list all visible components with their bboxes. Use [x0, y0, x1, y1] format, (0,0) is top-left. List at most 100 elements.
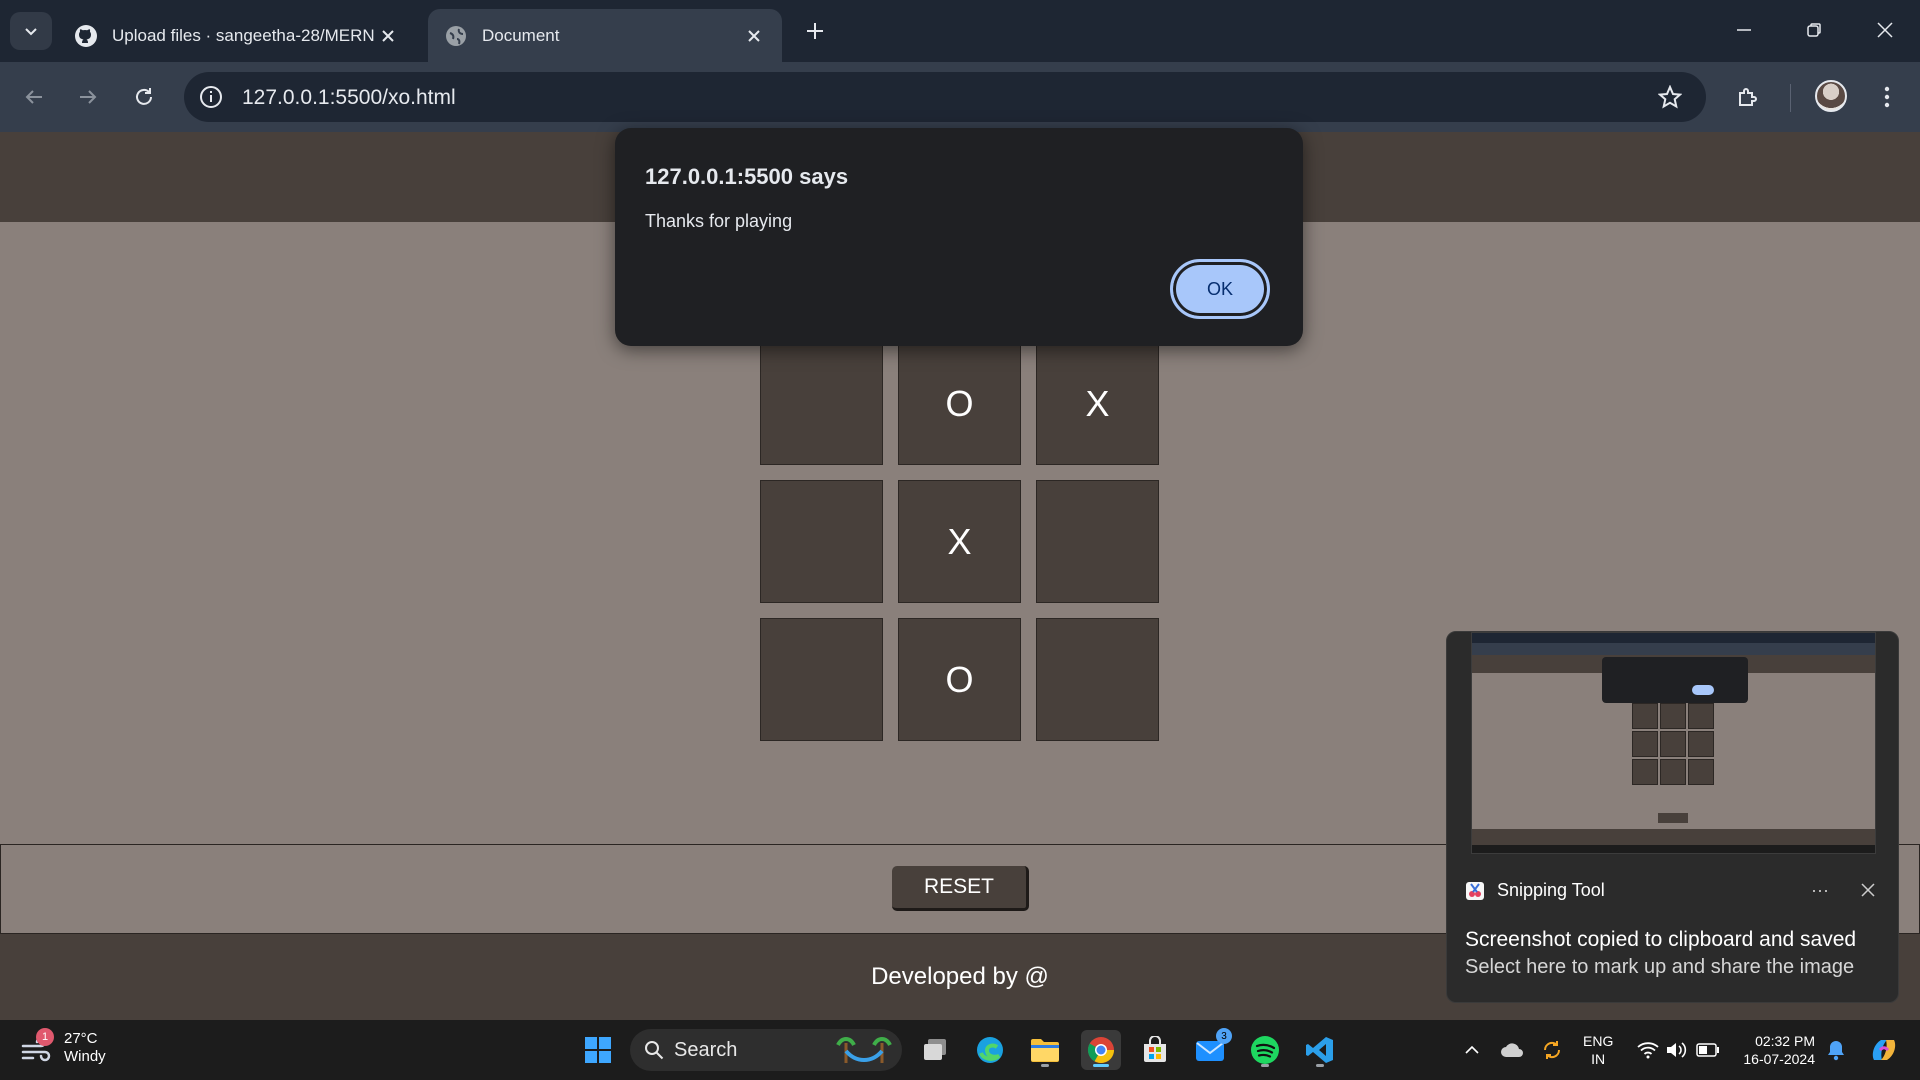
minimize-icon	[1737, 29, 1751, 31]
screenshot-thumbnail[interactable]	[1471, 632, 1876, 854]
wind-icon: 1	[20, 1028, 54, 1064]
chevron-up-icon	[1465, 1045, 1479, 1054]
store-button[interactable]	[1135, 1030, 1175, 1070]
running-indicator	[1316, 1064, 1324, 1067]
start-button[interactable]	[578, 1030, 618, 1070]
forward-button[interactable]	[70, 79, 106, 115]
board-cell[interactable]: X	[1036, 342, 1159, 465]
task-view-button[interactable]	[916, 1030, 956, 1070]
back-button[interactable]	[16, 79, 52, 115]
windows-logo-icon	[585, 1037, 611, 1063]
snipping-tool-icon	[1466, 881, 1484, 900]
mail-button[interactable]: 3	[1190, 1028, 1232, 1070]
chrome-icon	[1087, 1037, 1115, 1064]
restore-button[interactable]	[1784, 8, 1844, 52]
sync-tray[interactable]	[1538, 1036, 1566, 1064]
profile-avatar[interactable]	[1815, 80, 1847, 112]
alert-origin: 127.0.0.1:5500 says	[645, 164, 849, 189]
toast-app-header: Snipping Tool	[1465, 880, 1605, 901]
search-label: Search	[674, 1038, 738, 1061]
reset-button[interactable]: RESET	[892, 866, 1029, 911]
language-indicator[interactable]: ENG IN	[1583, 1032, 1613, 1068]
vscode-icon	[1306, 1037, 1333, 1063]
vscode-button[interactable]	[1300, 1030, 1340, 1070]
window-close-button[interactable]	[1855, 8, 1915, 52]
close-icon	[1861, 883, 1875, 897]
github-icon	[74, 24, 98, 48]
site-info-icon[interactable]	[196, 82, 226, 112]
wifi-tray[interactable]	[1634, 1036, 1662, 1064]
snipping-tool-notification[interactable]: Snipping Tool ··· Screenshot copied to c…	[1446, 631, 1899, 1003]
chrome-button[interactable]	[1081, 1030, 1121, 1070]
running-indicator	[1261, 1064, 1269, 1067]
board-cell[interactable]	[1036, 618, 1159, 741]
address-bar[interactable]: 127.0.0.1:5500/xo.html	[184, 72, 1706, 122]
toast-app-name: Snipping Tool	[1497, 880, 1605, 900]
board-cell[interactable]: X	[898, 480, 1021, 603]
battery-tray[interactable]	[1694, 1036, 1722, 1064]
close-icon[interactable]	[376, 24, 400, 48]
close-icon[interactable]	[742, 24, 766, 48]
cloud-icon	[1501, 1043, 1523, 1057]
browser-toolbar: 127.0.0.1:5500/xo.html	[0, 62, 1920, 132]
edge-icon	[977, 1037, 1003, 1063]
spotify-icon	[1251, 1036, 1279, 1064]
speaker-icon	[1667, 1042, 1687, 1058]
footer-text: Developed by @	[871, 963, 1049, 990]
puzzle-icon	[1739, 88, 1757, 106]
tab-document[interactable]: Document	[428, 9, 782, 62]
arrow-right-icon	[80, 90, 97, 104]
weather-widget[interactable]: 1 27°C Windy	[20, 1028, 106, 1066]
region-code: IN	[1591, 1051, 1606, 1067]
sync-icon	[1543, 1041, 1561, 1059]
board-cell[interactable]	[760, 342, 883, 465]
volume-tray[interactable]	[1662, 1036, 1690, 1064]
restore-icon	[1807, 23, 1821, 37]
weather-description: Windy	[64, 1048, 106, 1065]
bell-icon	[1828, 1041, 1844, 1061]
weather-temperature: 27°C	[64, 1030, 98, 1047]
tab-upload-files[interactable]: Upload files · sangeetha-28/MERN	[58, 9, 416, 62]
clock-time: 02:32 PM	[1755, 1033, 1815, 1049]
clock-date: 16-07-2024	[1743, 1051, 1815, 1067]
bookmark-star-icon[interactable]	[1656, 83, 1684, 111]
battery-icon	[1696, 1043, 1719, 1057]
board-cell[interactable]: O	[898, 342, 1021, 465]
board-cell[interactable]	[760, 618, 883, 741]
reload-icon	[136, 88, 152, 105]
minimize-button[interactable]	[1714, 8, 1774, 52]
file-explorer-button[interactable]	[1025, 1030, 1065, 1070]
folder-icon	[1031, 1039, 1059, 1062]
browser-menu-button[interactable]	[1869, 79, 1905, 115]
new-tab-button[interactable]	[798, 14, 832, 48]
globe-icon	[444, 24, 468, 48]
mail-badge: 3	[1216, 1028, 1232, 1044]
reload-button[interactable]	[126, 79, 162, 115]
toast-more-button[interactable]: ···	[1805, 876, 1835, 904]
system-clock[interactable]: 02:32 PM 16-07-2024	[1735, 1032, 1815, 1068]
toolbar-divider	[1790, 84, 1791, 112]
store-icon	[1144, 1036, 1166, 1062]
browser-tab-strip: Upload files · sangeetha-28/MERN Documen…	[0, 0, 1920, 62]
board-cell[interactable]: O	[898, 618, 1021, 741]
toast-close-button[interactable]	[1853, 876, 1883, 904]
ok-button[interactable]: OK	[1170, 259, 1270, 319]
copilot-button[interactable]	[1866, 1032, 1902, 1068]
notifications-button[interactable]	[1822, 1036, 1850, 1064]
board-cell[interactable]	[1036, 480, 1159, 603]
alert-message: Thanks for playing	[645, 211, 793, 231]
tab-search-button[interactable]	[10, 12, 52, 50]
show-hidden-icons[interactable]	[1458, 1036, 1486, 1064]
url-text[interactable]: 127.0.0.1:5500/xo.html	[242, 86, 456, 110]
spotify-button[interactable]	[1245, 1030, 1285, 1070]
onedrive-tray[interactable]	[1498, 1036, 1526, 1064]
wifi-icon	[1637, 1042, 1659, 1059]
toast-title: Screenshot copied to clipboard and saved	[1465, 928, 1857, 951]
windows-taskbar: 1 27°C Windy Search 3 ENG IN 02:32 PM 16…	[0, 1020, 1920, 1080]
board-cell[interactable]	[760, 480, 883, 603]
extensions-button[interactable]	[1730, 79, 1766, 115]
task-view-icon	[924, 1039, 946, 1060]
taskbar-search[interactable]: Search	[630, 1029, 902, 1071]
tab-title: Upload files · sangeetha-28/MERN	[112, 25, 375, 45]
edge-button[interactable]	[970, 1030, 1010, 1070]
